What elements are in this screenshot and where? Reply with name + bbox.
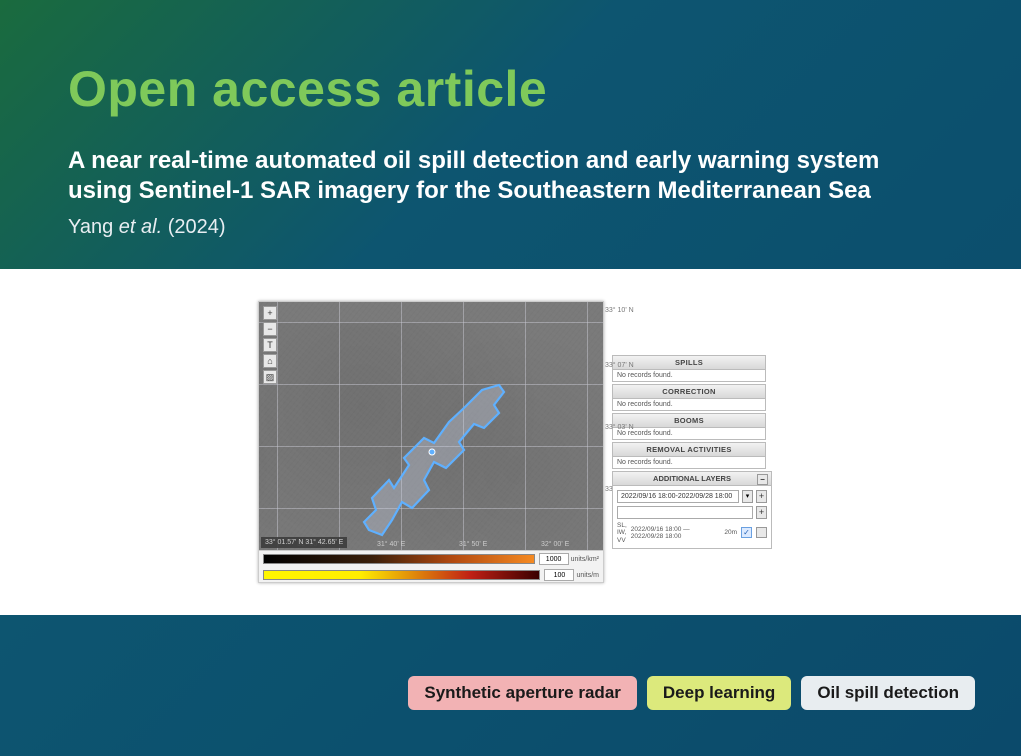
date-dropdown-icon[interactable]: ▾ bbox=[742, 490, 753, 503]
scale-gradient-1 bbox=[263, 554, 535, 564]
additional-layers-panel: ADDITIONAL LAYERS − ▾ + + SL, IW, VV 202… bbox=[612, 471, 772, 548]
additional-layers-head[interactable]: ADDITIONAL LAYERS − bbox=[613, 472, 771, 486]
add-layer-button-1[interactable]: + bbox=[756, 490, 767, 503]
color-scales: units/km² units/m bbox=[259, 550, 603, 582]
scale-value-2[interactable] bbox=[544, 569, 574, 581]
layer-button[interactable]: ▨ bbox=[263, 370, 277, 384]
date-range-input[interactable] bbox=[617, 490, 739, 503]
tag-oil-spill[interactable]: Oil spill detection bbox=[801, 676, 975, 710]
accordion-correction[interactable]: CORRECTION No records found. bbox=[612, 384, 766, 411]
layer-delete-button[interactable] bbox=[756, 527, 767, 538]
collapse-button[interactable]: − bbox=[757, 474, 768, 485]
layer-visible-checkbox[interactable]: ✓ bbox=[741, 527, 752, 538]
add-layer-button-2[interactable]: + bbox=[756, 506, 767, 519]
tool-t-button[interactable]: T bbox=[263, 338, 277, 352]
figure-band: + − T ⌂ ▨ 33° 10' N 33° 07' N 33° 03' N … bbox=[0, 269, 1021, 615]
accordion-head-correction[interactable]: CORRECTION bbox=[613, 385, 765, 399]
accordion-body-spills: No records found. bbox=[613, 370, 765, 381]
oil-spill-polygon[interactable] bbox=[354, 380, 524, 540]
article-citation: Yang et al. (2024) bbox=[68, 216, 953, 239]
map-controls: + − T ⌂ ▨ bbox=[263, 306, 277, 384]
layer-pol-mode: SL, IW, VV bbox=[617, 522, 627, 543]
author-etal: et al. bbox=[119, 216, 162, 238]
side-panel: SPILLS No records found. CORRECTION No r… bbox=[612, 355, 766, 548]
filter-input[interactable] bbox=[617, 506, 753, 519]
tag-deep-learning[interactable]: Deep learning bbox=[647, 676, 791, 710]
author-year: (2024) bbox=[168, 216, 226, 238]
open-access-label: Open access article bbox=[68, 60, 953, 118]
lat-tick-2: 33° 07' N bbox=[605, 362, 643, 369]
tag-sar[interactable]: Synthetic aperture radar bbox=[408, 676, 637, 710]
accordion-body-correction: No records found. bbox=[613, 399, 765, 410]
accordion-removal[interactable]: REMOVAL ACTIVITIES No records found. bbox=[612, 442, 766, 469]
keyword-tags: Synthetic aperture radar Deep learning O… bbox=[408, 676, 975, 710]
cursor-coordinates: 33° 01.57' N 31° 42.65' E bbox=[261, 537, 347, 548]
layer-date-span: 2022/09/16 18:00 — 2022/09/28 18:00 bbox=[631, 526, 721, 540]
scale-value-1[interactable] bbox=[539, 553, 569, 565]
lon-tick-2: 31° 50' E bbox=[459, 541, 487, 548]
author-name: Yang bbox=[68, 216, 113, 238]
lat-tick-3: 33° 10' N bbox=[605, 307, 643, 314]
lon-tick-1: 31° 40' E bbox=[377, 541, 405, 548]
zoom-out-button[interactable]: − bbox=[263, 322, 277, 336]
lat-tick-1: 33° 03' N bbox=[605, 424, 643, 431]
scale-gradient-2 bbox=[263, 570, 540, 580]
accordion-head-removal[interactable]: REMOVAL ACTIVITIES bbox=[613, 443, 765, 457]
home-button[interactable]: ⌂ bbox=[263, 354, 277, 368]
layer-resolution: 20m bbox=[724, 529, 737, 536]
accordion-body-removal: No records found. bbox=[613, 457, 765, 468]
additional-layers-title: ADDITIONAL LAYERS bbox=[653, 474, 731, 483]
lon-tick-3: 32° 00' E bbox=[541, 541, 569, 548]
sar-map[interactable]: + − T ⌂ ▨ 33° 10' N 33° 07' N 33° 03' N … bbox=[258, 301, 604, 583]
zoom-in-button[interactable]: + bbox=[263, 306, 277, 320]
article-header: Open access article A near real-time aut… bbox=[0, 0, 1021, 269]
scale-unit-2: units/m bbox=[576, 572, 599, 579]
scale-unit-1: units/km² bbox=[571, 556, 599, 563]
article-title: A near real-time automated oil spill det… bbox=[68, 146, 938, 206]
